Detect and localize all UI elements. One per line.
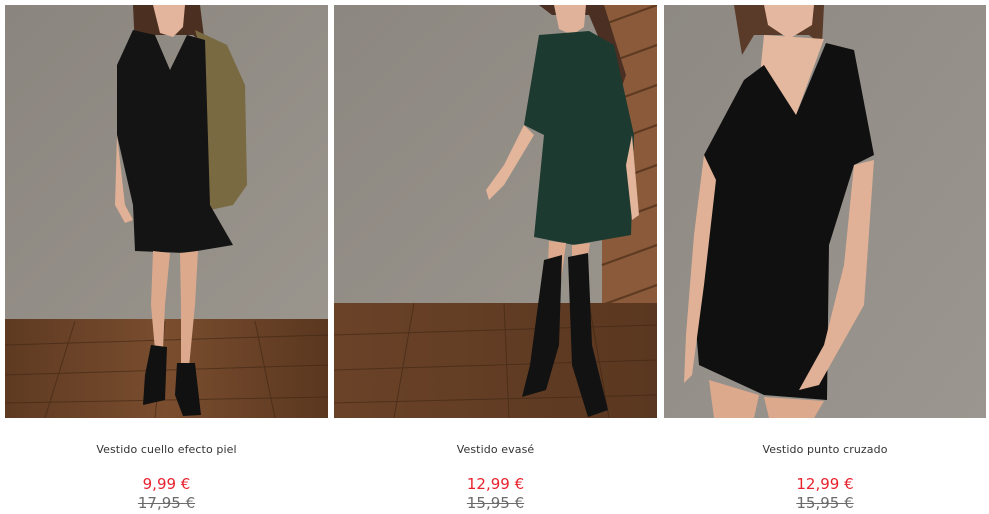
sale-price: 9,99 €	[142, 475, 191, 493]
product-grid: Vestido cuello efecto piel 9,99 € 17,95 …	[0, 0, 989, 514]
product-name[interactable]: Vestido cuello efecto piel	[5, 443, 328, 456]
original-price: 15,95 €	[466, 494, 525, 512]
product-name[interactable]: Vestido punto cruzado	[664, 443, 986, 456]
original-price: 17,95 €	[137, 494, 196, 512]
original-price: 15,95 €	[796, 494, 854, 512]
product-photo-black-v-neck-dress	[5, 5, 328, 418]
product-image[interactable]	[334, 5, 657, 418]
product-card[interactable]: Vestido cuello efecto piel 9,99 € 17,95 …	[5, 5, 328, 512]
product-image[interactable]	[5, 5, 328, 418]
sale-price: 12,99 €	[466, 475, 525, 493]
product-photo-black-wrap-dress	[664, 5, 986, 418]
sale-price: 12,99 €	[796, 475, 854, 493]
product-name[interactable]: Vestido evasé	[334, 443, 657, 456]
product-photo-green-swing-dress	[334, 5, 657, 418]
product-image[interactable]	[664, 5, 986, 418]
product-card[interactable]: Vestido punto cruzado 12,99 € 15,95 €	[664, 5, 986, 512]
product-card[interactable]: Vestido evasé 12,99 € 15,95 €	[334, 5, 657, 512]
